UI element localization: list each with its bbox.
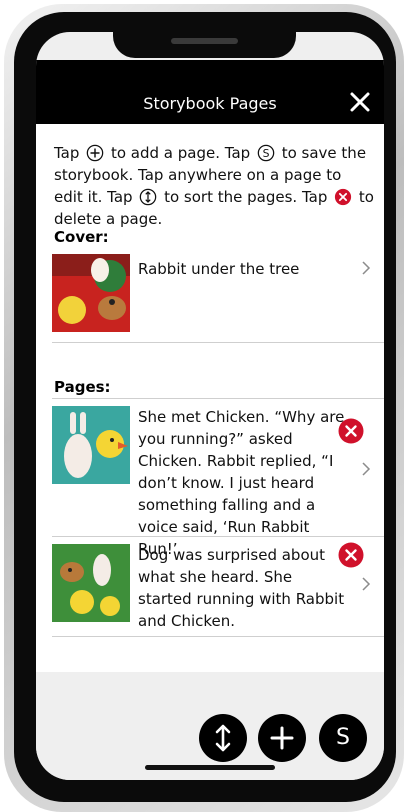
sort-circle-icon [140, 188, 157, 206]
instructions-text: Tap to add a page. Tap S to save the sto… [54, 142, 374, 230]
delete-circle-icon [335, 188, 352, 206]
svg-text:S: S [263, 147, 270, 160]
close-icon[interactable] [348, 90, 372, 114]
page-row[interactable]: She met Chicken. “Why are you running?” … [52, 406, 384, 558]
cover-thumbnail [52, 254, 130, 332]
pages-heading: Pages: [54, 378, 111, 396]
add-page-button[interactable] [258, 714, 306, 762]
divider [52, 636, 384, 637]
page-row[interactable]: Dog was surprised about what she heard. … [52, 542, 384, 632]
chevron-right-icon [362, 577, 371, 591]
phone-speaker [171, 38, 238, 44]
instructions-part-2: to add a page. Tap [110, 144, 251, 162]
page-thumbnail [52, 406, 130, 484]
instructions-part-4: to sort the pages. Tap [164, 188, 328, 206]
plus-icon [270, 726, 294, 750]
chevron-right-icon [362, 261, 371, 275]
save-circle-icon: S [257, 144, 275, 162]
instructions-part-1: Tap [54, 144, 80, 162]
sort-arrows-icon [215, 724, 231, 752]
content-panel: Tap to add a page. Tap S to save the sto… [36, 124, 384, 672]
delete-page-icon[interactable] [338, 542, 364, 568]
plus-circle-icon [86, 144, 104, 162]
chevron-right-icon [362, 462, 371, 476]
title-bar: Storybook Pages [36, 60, 384, 124]
delete-page-icon[interactable] [338, 418, 364, 444]
page-text: Dog was surprised about what she heard. … [138, 546, 345, 630]
cover-heading: Cover: [54, 228, 109, 246]
divider [52, 398, 384, 399]
page-title: Storybook Pages [143, 94, 277, 113]
save-storybook-button[interactable]: S [319, 714, 367, 762]
home-indicator [145, 765, 275, 770]
page-thumbnail [52, 544, 130, 622]
cover-row[interactable]: Rabbit under the tree [52, 254, 384, 334]
screen: Storybook Pages Tap to add a page. Tap S… [36, 32, 384, 780]
cover-text: Rabbit under the tree [138, 260, 300, 278]
divider [52, 342, 384, 343]
divider [52, 536, 384, 537]
save-label: S [336, 725, 350, 750]
sort-pages-button[interactable] [199, 714, 247, 762]
